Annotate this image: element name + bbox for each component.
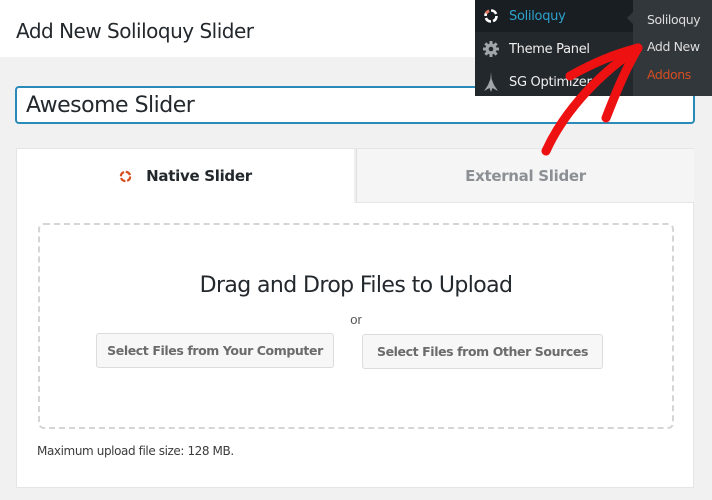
tab-native-slider[interactable]: Native Slider [17,149,354,203]
slider-type-panel: Native Slider External Slider Drag and D… [16,148,694,488]
select-files-other-sources-button[interactable]: Select Files from Other Sources [362,334,603,369]
menu-item-soliloquy-label: Soliloquy [509,8,566,24]
tab-external-slider[interactable]: External Slider [356,149,694,203]
soliloquy-ring-icon [119,170,132,182]
submenu-item-soliloquy[interactable]: Soliloquy [633,12,712,27]
dropzone-title: Drag and Drop Files to Upload [199,273,513,298]
max-upload-size-note: Maximum upload file size: 128 MB. [37,444,234,458]
select-files-computer-button[interactable]: Select Files from Your Computer [96,333,334,368]
upload-dropzone[interactable]: Drag and Drop Files to Upload or Select … [38,223,674,429]
soliloquy-ring-icon [481,6,501,26]
tab-external-slider-label: External Slider [465,166,586,185]
menu-item-theme-panel-label: Theme Panel [509,41,590,57]
submenu-item-add-new[interactable]: Add New [633,39,712,54]
admin-menu: Soliloquy Theme Panel SG Optimizer [475,0,636,96]
page-title: Add New Soliloquy Slider [16,19,254,43]
gear-icon [481,39,501,59]
dropzone-or-label: or [350,312,362,327]
tab-native-slider-label: Native Slider [146,167,252,185]
sg-optimizer-icon [481,72,501,92]
submenu-item-addons[interactable]: Addons [633,67,712,82]
soliloquy-submenu: Soliloquy Add New Addons [633,0,712,96]
menu-item-soliloquy[interactable]: Soliloquy [475,0,636,32]
menu-item-sg-optimizer-label: SG Optimizer [509,74,592,90]
menu-item-theme-panel[interactable]: Theme Panel [475,33,636,65]
menu-item-sg-optimizer[interactable]: SG Optimizer [475,66,636,98]
